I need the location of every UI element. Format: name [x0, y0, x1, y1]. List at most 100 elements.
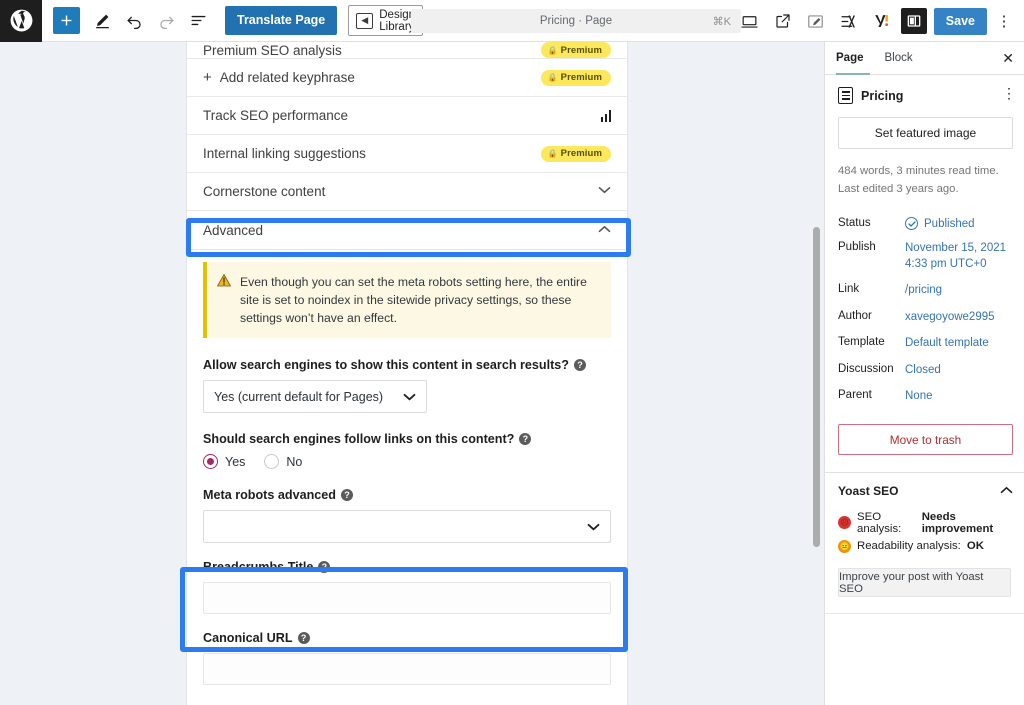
premium-badge-label: Premium [560, 148, 602, 159]
canonical-url-input[interactable] [203, 653, 611, 686]
readability-analysis-label: Readability analysis: [857, 540, 961, 553]
document-icon [838, 87, 853, 104]
premium-badge-label: Premium [560, 72, 602, 83]
command-palette-shortcut: ⌘K [712, 15, 731, 28]
chevron-up-icon [1000, 486, 1013, 497]
info-value[interactable]: Default template [905, 336, 989, 352]
status-badge[interactable]: Published [905, 217, 975, 231]
close-icon[interactable]: ✕ [1002, 51, 1014, 65]
radio-follow-no[interactable]: No [264, 454, 303, 470]
section-track-seo-performance[interactable]: Track SEO performance [187, 97, 627, 135]
info-key: Parent [838, 389, 872, 402]
lock-icon: 🔒 [547, 73, 558, 82]
command-palette-search[interactable]: Pricing · Page ⌘K [411, 9, 741, 33]
info-value[interactable]: /pricing [905, 283, 942, 299]
section-label: Track SEO performance [203, 108, 349, 123]
info-value[interactable]: November 15, 2021 4:33 pm UTC+0 [905, 241, 1006, 272]
info-value[interactable]: xavegoyowe2995 [905, 310, 995, 326]
word-count-text: 484 words, 3 minutes read time. [838, 165, 999, 177]
breadcrumbs-title-input[interactable] [203, 582, 611, 615]
document-actions-kebab-icon[interactable]: ⋮ [1002, 86, 1016, 100]
radio-label-no: No [286, 454, 303, 469]
canvas-scrollbar[interactable] [813, 227, 820, 547]
undo-icon[interactable] [119, 6, 149, 36]
check-circle-icon [905, 217, 918, 231]
lock-icon: 🔒 [547, 149, 558, 158]
design-library-line2: Library [379, 20, 415, 33]
wordpress-logo-icon[interactable] [0, 0, 42, 42]
meta-robots-advanced-label-text: Meta robots advanced [203, 488, 336, 503]
info-key: Link [838, 283, 860, 296]
help-icon[interactable]: ? [340, 489, 353, 502]
list-view-icon[interactable] [183, 6, 213, 36]
chevron-up-icon [598, 225, 611, 236]
design-library-icon: ◀ [356, 12, 374, 29]
improve-post-button[interactable]: Improve your post with Yoast SEO [838, 568, 1011, 598]
info-key: Author [838, 309, 872, 322]
radio-indicator-selected [203, 454, 218, 470]
pencil-icon[interactable] [87, 6, 117, 36]
info-value[interactable]: Closed [905, 363, 941, 379]
section-label: Add related keyphrase [219, 70, 355, 85]
info-key: Status [838, 217, 871, 230]
section-label: Advanced [203, 222, 264, 238]
seo-analysis-label: SEO analysis: [857, 510, 902, 535]
info-value[interactable]: None [905, 389, 933, 405]
help-icon[interactable]: ? [519, 433, 532, 446]
yoast-seo-panel-header[interactable]: Yoast SEO [825, 473, 1024, 507]
seo-analysis-value: Needs improvement [921, 510, 994, 535]
preview-icon[interactable] [736, 7, 764, 35]
meta-robots-advanced-select[interactable] [203, 510, 611, 544]
breadcrumbs-title-label: Breadcrumbs Title ? [203, 560, 611, 574]
help-icon[interactable]: ? [574, 359, 586, 372]
tab-page[interactable]: Page [836, 42, 864, 75]
premium-badge: 🔒 Premium [540, 42, 611, 58]
plus-icon: + [203, 69, 212, 86]
edit-mode-icon[interactable] [802, 7, 830, 35]
options-kebab-icon[interactable]: ⋮ [992, 7, 1016, 35]
last-edited-text: Last edited 3 years ago. [838, 183, 959, 196]
tab-block[interactable]: Block [885, 42, 913, 75]
info-value: Published [924, 217, 975, 230]
radio-follow-yes[interactable]: Yes [203, 454, 245, 470]
allow-search-engines-value: Yes (current default for Pages) [214, 389, 384, 404]
yoast-icon[interactable] [868, 7, 896, 35]
section-advanced[interactable]: Advanced [187, 211, 627, 250]
view-external-icon[interactable] [769, 7, 797, 35]
set-featured-image-button[interactable]: Set featured image [838, 117, 1013, 149]
allow-search-engines-label: Allow search engines to show this conten… [203, 358, 611, 372]
breadcrumbs-title-label-text: Breadcrumbs Title [203, 560, 314, 575]
follow-links-label-text: Should search engines follow links on th… [203, 432, 515, 447]
allow-search-engines-select[interactable]: Yes (current default for Pages) [203, 380, 427, 414]
elementor-icon[interactable] [835, 7, 863, 35]
move-to-trash-button[interactable]: Move to trash [838, 424, 1013, 456]
design-library-line1: Design [379, 8, 416, 21]
radio-indicator [264, 454, 280, 470]
section-add-related-keyphrase[interactable]: + Add related keyphrase 🔒 Premium [187, 59, 627, 97]
translate-page-button[interactable]: Translate Page [225, 6, 338, 35]
canonical-url-field: Canonical URL ? [203, 631, 611, 686]
info-key: Publish [838, 241, 876, 254]
section-premium-seo-analysis[interactable]: Premium SEO analysis 🔒 Premium [187, 42, 627, 59]
command-palette-title: Pricing · Page [539, 15, 613, 27]
document-header: Pricing ⋮ [825, 75, 1024, 115]
add-block-button[interactable] [53, 7, 80, 34]
yoast-analysis-list: ☹ SEO analysis: Needs improvement 😐 Read… [825, 507, 1024, 555]
save-button[interactable]: Save [933, 7, 987, 35]
redo-icon[interactable] [151, 6, 181, 36]
document-info-list: Status Published Publish November 15, 20… [838, 212, 1011, 411]
section-label-wrap: Cornerstone content [203, 184, 325, 199]
editor-canvas: Premium SEO analysis 🔒 Premium + Add rel… [0, 42, 824, 705]
settings-sidebar-toggle[interactable] [900, 8, 927, 34]
section-label-wrap: Internal linking suggestions [203, 146, 366, 161]
noindex-warning-notice: Even though you can set the meta robots … [203, 262, 611, 339]
section-internal-linking-suggestions[interactable]: Internal linking suggestions 🔒 Premium [187, 135, 627, 173]
section-label-wrap: + Add related keyphrase [203, 70, 355, 85]
help-icon[interactable]: ? [318, 561, 331, 574]
sidebar-tabs: Page Block ✕ [825, 42, 1024, 75]
yoast-seo-metabox: Premium SEO analysis 🔒 Premium + Add rel… [186, 42, 628, 705]
design-library-label: Design Library [379, 9, 415, 33]
help-icon[interactable]: ? [297, 632, 310, 645]
section-label: Premium SEO analysis [203, 42, 342, 58]
section-cornerstone-content[interactable]: Cornerstone content [187, 173, 627, 211]
